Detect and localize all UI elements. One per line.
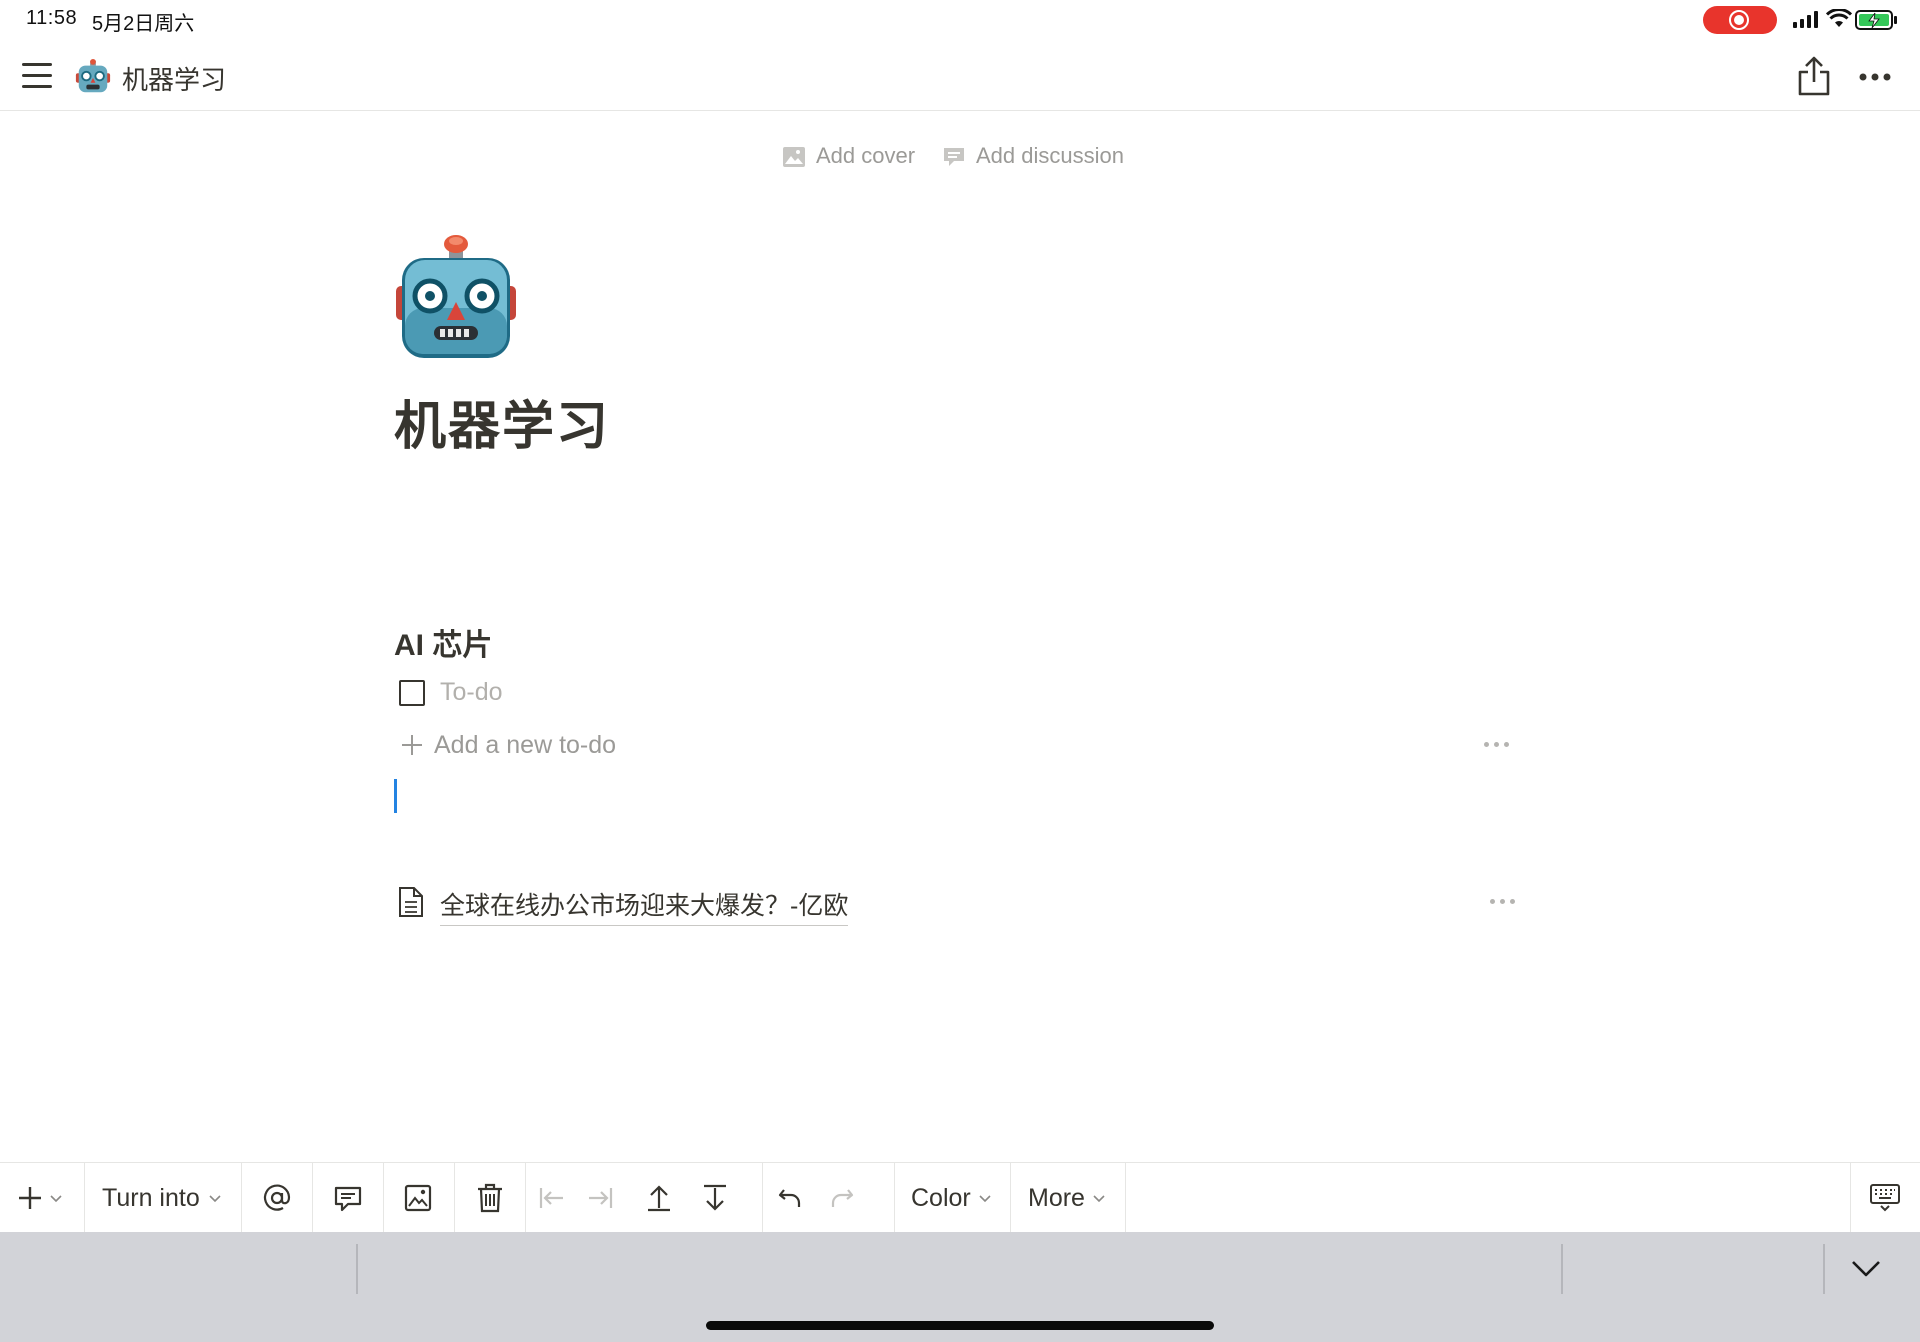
status-time: 11:58 xyxy=(26,7,78,29)
keyboard-dismiss-icon xyxy=(1870,1184,1900,1212)
indent-button[interactable] xyxy=(578,1163,630,1233)
hamburger-menu-icon[interactable] xyxy=(22,63,52,89)
todo-checkbox[interactable] xyxy=(399,680,425,706)
image-icon xyxy=(404,1184,432,1212)
add-cover-label: Add cover xyxy=(816,143,916,168)
wifi-icon xyxy=(1826,9,1852,27)
image-icon xyxy=(783,147,805,167)
chevron-down-icon xyxy=(979,1195,991,1203)
breadcrumb-title[interactable]: 机器学习 xyxy=(122,60,226,97)
trash-icon xyxy=(478,1183,502,1213)
page-robot-icon[interactable] xyxy=(396,232,516,360)
chevron-down-icon xyxy=(50,1195,62,1203)
undo-button[interactable] xyxy=(763,1163,817,1233)
redo-button[interactable] xyxy=(817,1163,871,1233)
comment-icon xyxy=(334,1186,362,1212)
text-cursor xyxy=(394,779,397,813)
indent-icon xyxy=(589,1188,613,1208)
editing-toolbar: Turn into Color More xyxy=(0,1162,1920,1233)
insert-block-button[interactable] xyxy=(0,1163,84,1233)
arrow-up-icon xyxy=(648,1185,670,1212)
link-options-icon[interactable] xyxy=(1490,899,1516,905)
outdent-button[interactable] xyxy=(526,1163,578,1233)
cellular-signal-icon xyxy=(1793,11,1818,28)
robot-icon[interactable] xyxy=(74,58,112,96)
outdent-icon xyxy=(539,1188,563,1208)
insert-image-button[interactable] xyxy=(384,1163,454,1233)
move-up-button[interactable] xyxy=(630,1163,686,1233)
more-options-icon[interactable] xyxy=(1858,72,1892,82)
add-todo-label: Add a new to-do xyxy=(434,731,617,759)
chevron-down-icon[interactable] xyxy=(1851,1260,1881,1278)
block-options-icon[interactable] xyxy=(1484,742,1510,748)
hide-keyboard-button[interactable] xyxy=(1851,1163,1920,1233)
status-bar: 11:58 5月2日周六 xyxy=(0,0,1920,40)
todo-placeholder[interactable]: To-do xyxy=(440,678,503,707)
color-button[interactable]: Color xyxy=(895,1163,1010,1233)
home-indicator[interactable] xyxy=(706,1321,1214,1330)
add-discussion-label: Add discussion xyxy=(976,143,1124,168)
color-label: Color xyxy=(911,1184,971,1212)
more-label: More xyxy=(1028,1184,1085,1212)
battery-charging-icon xyxy=(1855,10,1897,30)
delete-block-button[interactable] xyxy=(455,1163,525,1233)
plus-icon xyxy=(402,735,422,755)
comment-icon xyxy=(944,148,964,166)
at-sign-icon xyxy=(263,1184,291,1211)
screen-recording-indicator[interactable] xyxy=(1703,6,1777,34)
heading-block[interactable]: AI 芯片 xyxy=(394,620,492,664)
plus-icon xyxy=(19,1187,41,1209)
page-title[interactable]: 机器学习 xyxy=(394,384,610,459)
linked-page-link[interactable]: 全球在线办公市场迎来大爆发？-亿欧 xyxy=(440,886,849,926)
turn-into-label: Turn into xyxy=(102,1184,200,1212)
more-button[interactable]: More xyxy=(1011,1163,1125,1233)
redo-icon xyxy=(831,1189,854,1207)
share-icon[interactable] xyxy=(1796,54,1832,98)
status-date: 5月2日周六 xyxy=(92,13,195,35)
chevron-down-icon xyxy=(1093,1195,1105,1203)
top-bar: 机器学习 xyxy=(0,44,1920,111)
comment-button[interactable] xyxy=(313,1163,383,1233)
undo-icon xyxy=(778,1189,801,1207)
move-down-button[interactable] xyxy=(686,1163,742,1233)
mention-button[interactable] xyxy=(242,1163,312,1233)
document-icon xyxy=(399,887,423,917)
turn-into-button[interactable]: Turn into xyxy=(85,1163,241,1233)
chevron-down-icon xyxy=(209,1195,221,1203)
arrow-down-icon xyxy=(704,1184,726,1211)
